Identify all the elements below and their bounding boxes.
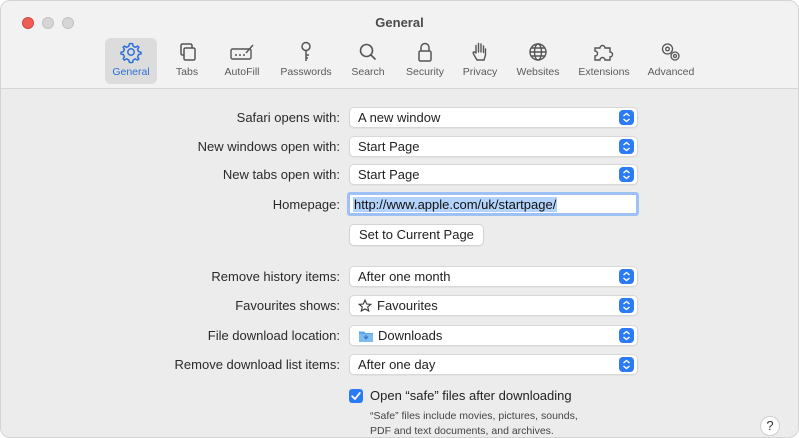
checkmark-icon — [351, 392, 361, 400]
tab-tabs[interactable]: Tabs — [167, 38, 207, 84]
tab-label: Tabs — [175, 66, 199, 78]
remove-download-list-items-label: Remove download list items: — [174, 357, 340, 372]
favourites-shows-popup[interactable]: Favourites — [349, 295, 638, 316]
chevron-updown-icon — [619, 110, 634, 125]
tab-label: Privacy — [462, 66, 498, 78]
tabs-icon — [180, 43, 196, 61]
tab-privacy[interactable]: Privacy — [458, 38, 502, 84]
tab-label: AutoFill — [224, 66, 260, 78]
key-icon — [301, 41, 311, 61]
tab-label: General — [112, 66, 150, 78]
lock-icon — [418, 42, 432, 62]
new-windows-open-with-popup[interactable]: Start Page — [349, 136, 638, 157]
chevron-updown-icon — [619, 139, 634, 154]
preferences-window: General General Tabs AutoFill Passwords … — [0, 0, 799, 438]
puzzle-icon — [594, 44, 614, 61]
gear-icon — [120, 42, 142, 64]
favourites-shows-row: Favourites shows: Favourites — [1, 295, 798, 317]
file-download-location-row: File download location: Downloads — [1, 325, 798, 347]
help-button[interactable]: ? — [760, 416, 780, 436]
general-settings-pane: Safari opens with: A new window New wind… — [1, 90, 798, 437]
homepage-row: Homepage: http://www.apple.com/uk/startp… — [1, 192, 798, 216]
chevron-updown-icon — [619, 269, 634, 284]
popup-value: After one month — [358, 269, 451, 284]
file-download-location-label: File download location: — [207, 328, 340, 343]
popup-value: Downloads — [378, 328, 443, 343]
remove-history-items-row: Remove history items: After one month — [1, 266, 798, 288]
tab-autofill[interactable]: AutoFill — [219, 38, 265, 84]
tab-general[interactable]: General — [105, 38, 157, 84]
tab-label: Passwords — [280, 66, 332, 78]
new-windows-open-with-label: New windows open with: — [197, 139, 340, 154]
tab-passwords[interactable]: Passwords — [275, 38, 337, 84]
gears-icon — [661, 43, 680, 61]
tab-security[interactable]: Security — [400, 38, 450, 84]
remove-history-items-label: Remove history items: — [211, 269, 340, 284]
safe-files-note-line2: PDF and text documents, and archives. — [370, 425, 554, 437]
tab-label: Security — [406, 66, 444, 78]
tab-label: Advanced — [647, 66, 695, 78]
chevron-updown-icon — [619, 328, 634, 343]
globe-icon — [529, 43, 547, 61]
set-to-current-page-button[interactable]: Set to Current Page — [349, 224, 484, 246]
new-windows-open-with-row: New windows open with: Start Page — [1, 136, 798, 158]
tab-label: Websites — [516, 66, 560, 78]
tab-websites[interactable]: Websites — [511, 38, 565, 84]
safari-opens-with-label: Safari opens with: — [236, 110, 340, 125]
window-title: General — [375, 15, 424, 30]
popup-value: Start Page — [358, 167, 420, 182]
remove-download-list-items-row: Remove download list items: After one da… — [1, 354, 798, 376]
set-current-page-row: Set to Current Page — [1, 224, 798, 246]
tab-label: Extensions — [578, 66, 630, 78]
new-tabs-open-with-popup[interactable]: Start Page — [349, 164, 638, 185]
folder-icon — [359, 331, 373, 342]
remove-history-items-popup[interactable]: After one month — [349, 266, 638, 287]
remove-download-list-items-popup[interactable]: After one day — [349, 354, 638, 375]
chevron-updown-icon — [619, 298, 634, 313]
popup-value: Start Page — [358, 139, 420, 154]
safari-opens-with-popup[interactable]: A new window — [349, 107, 638, 128]
homepage-label: Homepage: — [272, 197, 340, 212]
homepage-value: http://www.apple.com/uk/startpage/ — [353, 197, 558, 212]
popup-value: After one day — [358, 357, 436, 372]
tab-advanced[interactable]: Advanced — [643, 38, 699, 84]
safari-opens-with-row: Safari opens with: A new window — [1, 107, 798, 129]
new-tabs-open-with-row: New tabs open with: Start Page — [1, 164, 798, 186]
chevron-updown-icon — [619, 357, 634, 372]
popup-value: Favourites — [377, 298, 438, 313]
safe-files-note-line1: “Safe” files include movies, pictures, s… — [370, 410, 578, 422]
tab-label: Search — [351, 66, 385, 78]
popup-value: A new window — [358, 110, 441, 125]
new-tabs-open-with-label: New tabs open with: — [222, 167, 340, 182]
tab-search[interactable]: Search — [346, 38, 390, 84]
open-safe-files-label: Open “safe” files after downloading — [370, 388, 572, 403]
hand-icon — [472, 42, 487, 61]
search-icon — [359, 43, 377, 61]
file-download-location-popup[interactable]: Downloads — [349, 325, 638, 346]
titlebar: General General Tabs AutoFill Passwords … — [1, 1, 798, 89]
chevron-updown-icon — [619, 167, 634, 182]
homepage-field[interactable]: http://www.apple.com/uk/startpage/ — [347, 192, 639, 216]
open-safe-files-checkbox[interactable] — [349, 389, 363, 403]
tab-extensions[interactable]: Extensions — [573, 38, 635, 84]
autofill-icon — [230, 44, 254, 60]
star-icon — [358, 299, 372, 313]
favourites-shows-label: Favourites shows: — [235, 298, 340, 313]
open-safe-files-row: Open “safe” files after downloading — [1, 387, 798, 409]
